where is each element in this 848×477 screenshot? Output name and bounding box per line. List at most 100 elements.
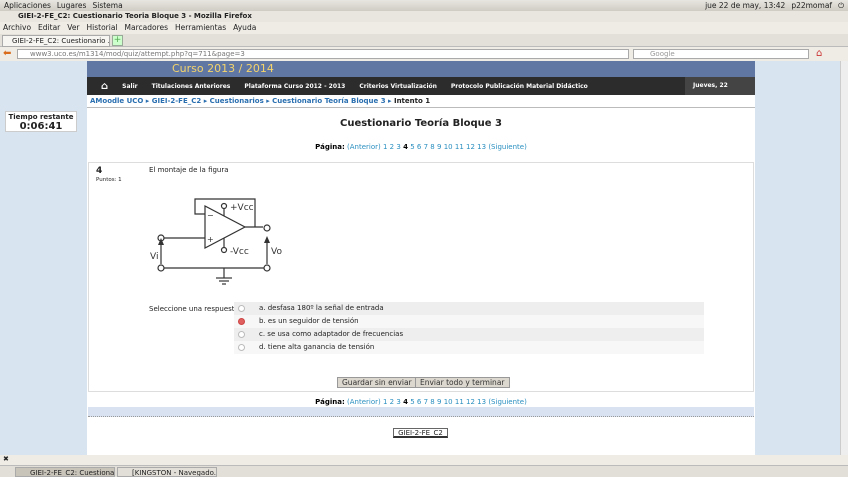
radio-b[interactable] [238,318,245,325]
pager-page[interactable]: 9 [437,143,441,151]
menu-archivo[interactable]: Archivo [3,22,31,34]
pager-next[interactable]: (Siguiente) [488,398,526,406]
pager-prev[interactable]: (Anterior) [347,143,381,151]
places-menu[interactable]: Lugares [57,1,87,10]
nav-date: Jueves, 22 Mayo 2014 [685,77,755,107]
pager-current: 4 [403,398,408,406]
label-minus: − [207,211,214,220]
pager-next[interactable]: (Siguiente) [488,143,526,151]
crumb-home[interactable]: AMoodle UCO [90,97,143,105]
pager-page[interactable]: 11 [455,398,464,406]
pager-page[interactable]: 5 [410,398,414,406]
top-panel: Aplicaciones Lugares Sistema jue 22 de m… [0,0,848,11]
menu-bar: Archivo Editar Ver Historial Marcadores … [0,22,848,34]
site-nav: ⌂ Salir Titulaciones Anteriores Platafor… [87,77,755,107]
pager-page[interactable]: 10 [444,398,453,406]
pager-page[interactable]: 12 [466,398,475,406]
menu-ver[interactable]: Ver [67,22,79,34]
pager-page[interactable]: 5 [410,143,414,151]
scrollbar[interactable] [840,61,848,455]
pager-page[interactable]: 2 [390,398,394,406]
pager-page[interactable]: 1 [383,398,387,406]
nav-criterios[interactable]: Criterios Virtualización [359,83,437,90]
pager-top: Página: (Anterior) 1 2 3 4 5 6 7 8 9 10 … [87,143,755,151]
pager-page[interactable]: 10 [444,143,453,151]
user-menu[interactable]: p22momaf [791,1,832,10]
crumb-quizzes[interactable]: Cuestionarios [210,97,264,105]
crumb-attempt: Intento 1 [393,97,431,105]
footer-band [88,407,754,417]
pager-page[interactable]: 3 [396,143,400,151]
menu-herramientas[interactable]: Herramientas [175,22,226,34]
option-d[interactable]: d. tiene alta ganancia de tensión [234,341,704,354]
nav-salir[interactable]: Salir [122,83,137,90]
menu-historial[interactable]: Historial [87,22,118,34]
menu-marcadores[interactable]: Marcadores [125,22,169,34]
apps-menu[interactable]: Aplicaciones [4,1,51,10]
option-label: b. es un seguidor de tensión [259,317,359,325]
search-input[interactable]: Google [633,49,809,59]
timer: Tiempo restante 0:06:41 [5,111,77,132]
pager-page[interactable]: 6 [417,398,421,406]
course-link-button[interactable]: GIEI-2-FE_C2 [393,428,448,438]
label-plus: + [207,235,214,244]
menu-editar[interactable]: Editar [38,22,60,34]
browser-tab[interactable]: GIEI-2-FE_C2: Cuestionario ... [2,35,110,47]
back-icon[interactable]: ⬅ [3,48,11,59]
nav-protocolo[interactable]: Protocolo Publicación Material Didáctico [451,83,588,90]
pager-prev[interactable]: (Anterior) [347,398,381,406]
answer-options: a. desfasa 180º la señal de entrada b. e… [234,302,704,354]
pager-page[interactable]: 8 [430,143,434,151]
timer-value: 0:06:41 [19,121,63,132]
option-a[interactable]: a. desfasa 180º la señal de entrada [234,302,704,315]
pager-page[interactable]: 9 [437,398,441,406]
tab-bar: GIEI-2-FE_C2: Cuestionario ... + [0,34,848,47]
save-button[interactable]: Guardar sin enviar [337,377,417,388]
navigation-bar: ⬅ www3.uco.es/m1314/mod/quiz/attempt.php… [0,47,848,61]
pager-page[interactable]: 11 [455,143,464,151]
crumb-quiz[interactable]: Cuestionario Teoría Bloque 3 [272,97,385,105]
radio-a[interactable] [238,305,245,312]
radio-d[interactable] [238,344,245,351]
taskbar: GIEI-2-FE_C2: Cuestiona... [KINGSTON - N… [0,465,848,477]
home-icon[interactable]: ⌂ [816,48,822,59]
pager-page[interactable]: 1 [383,143,387,151]
pager-current: 4 [403,143,408,151]
pager-page[interactable]: 13 [477,143,486,151]
pager-page[interactable]: 3 [396,398,400,406]
pager-page[interactable]: 7 [424,398,428,406]
timer-label: Tiempo restante [8,113,74,121]
opamp-figure: +Vcc -Vcc Vi Vo − + [150,198,282,285]
pager-label: Página: [315,143,345,151]
question-number: 4 [96,166,103,176]
pager-page[interactable]: 8 [430,398,434,406]
pager-page[interactable]: 13 [477,398,486,406]
pager-page[interactable]: 6 [417,143,421,151]
taskbar-kingston[interactable]: [KINGSTON - Navegado... [117,467,217,477]
pager-page[interactable]: 12 [466,143,475,151]
page-title: Cuestionario Teoría Bloque 3 [339,118,502,129]
close-icon[interactable]: ✖ [3,455,9,463]
option-b[interactable]: b. es un seguidor de tensión [234,315,704,328]
option-c[interactable]: c. se usa como adaptador de frecuencias [234,328,704,341]
radio-c[interactable] [238,331,245,338]
nav-plataforma[interactable]: Plataforma Curso 2012 - 2013 [244,83,345,90]
nav-titulaciones[interactable]: Titulaciones Anteriores [152,83,231,90]
question-points: Puntos: 1 [96,177,122,183]
submit-all-button[interactable]: Enviar todo y terminar [415,377,510,388]
label-vcc-neg: -Vcc [230,247,249,257]
pager-page[interactable]: 7 [424,143,428,151]
system-menu[interactable]: Sistema [92,1,122,10]
label-vcc-pos: +Vcc [230,203,254,213]
clock[interactable]: jue 22 de may, 13:42 [705,1,785,10]
home-icon[interactable]: ⌂ [101,81,108,92]
power-icon[interactable]: ⏻ [838,1,844,11]
menu-ayuda[interactable]: Ayuda [233,22,256,34]
taskbar-firefox[interactable]: GIEI-2-FE_C2: Cuestiona... [15,467,115,477]
label-vo: Vo [271,247,282,257]
crumb-course[interactable]: GIEI-2-FE_C2 [152,97,202,105]
url-input[interactable]: www3.uco.es/m1314/mod/quiz/attempt.php?q… [17,49,629,59]
pager-page[interactable]: 2 [390,143,394,151]
breadcrumb: AMoodle UCO ▸ GIEI-2-FE_C2 ▸ Cuestionari… [90,97,431,105]
new-tab-icon[interactable]: + [112,35,123,46]
